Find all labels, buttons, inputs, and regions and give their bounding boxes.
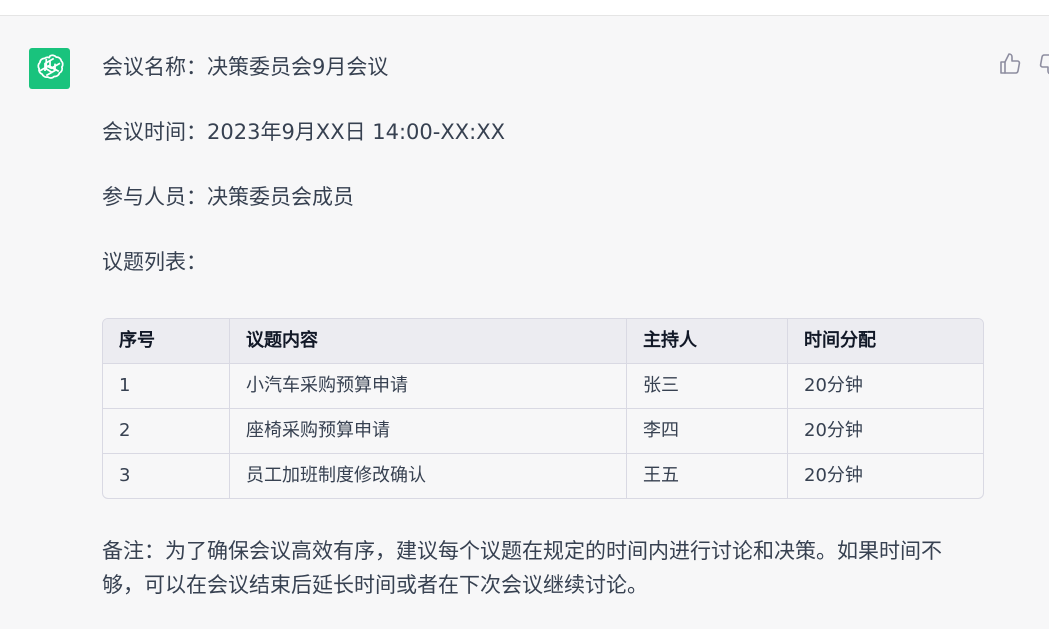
cell-index: 3 [103, 453, 230, 498]
header-host: 主持人 [626, 319, 788, 364]
table-row: 1 小汽车采购预算申请 张三 20分钟 [103, 363, 983, 409]
meeting-name: 会议名称：决策委员会9月会议 [102, 55, 389, 79]
message-actions [998, 52, 1049, 78]
header-time: 时间分配 [787, 319, 983, 364]
cell-time: 20分钟 [787, 408, 983, 454]
assistant-avatar [29, 48, 70, 89]
thumbs-down-icon[interactable] [1038, 52, 1049, 80]
agenda-heading: 议题列表： [102, 250, 207, 274]
meeting-note: 备注：为了确保会议高效有序，建议每个议题在规定的时间内进行讨论和决策。如果时间不… [102, 539, 942, 597]
cell-time: 20分钟 [787, 363, 983, 409]
table-header-row: 序号 议题内容 主持人 时间分配 [103, 319, 983, 364]
table-row: 3 员工加班制度修改确认 王五 20分钟 [103, 453, 983, 498]
header-index: 序号 [103, 319, 230, 364]
cell-topic: 座椅采购预算申请 [229, 408, 627, 454]
meeting-time: 会议时间：2023年9月XX日 14:00-XX:XX [102, 120, 505, 144]
openai-logo-icon [35, 52, 65, 86]
cell-host: 李四 [626, 408, 788, 454]
cell-host: 王五 [626, 453, 788, 498]
cell-host: 张三 [626, 363, 788, 409]
cell-time: 20分钟 [804, 465, 863, 486]
table-row: 2 座椅采购预算申请 李四 20分钟 [103, 408, 983, 454]
cell-index: 1 [103, 363, 230, 409]
thumbs-up-icon[interactable] [998, 52, 1022, 80]
cell-topic: 员工加班制度修改确认 [229, 453, 627, 498]
cell-topic: 小汽车采购预算申请 [229, 363, 627, 409]
participants: 参与人员：决策委员会成员 [102, 185, 354, 209]
header-topic: 议题内容 [229, 319, 627, 364]
cell-index: 2 [103, 408, 230, 454]
previous-message-edge [0, 0, 1049, 16]
agenda-table: 序号 议题内容 主持人 时间分配 1 小汽车采购预算申请 张三 20分钟 2 座… [102, 318, 984, 499]
